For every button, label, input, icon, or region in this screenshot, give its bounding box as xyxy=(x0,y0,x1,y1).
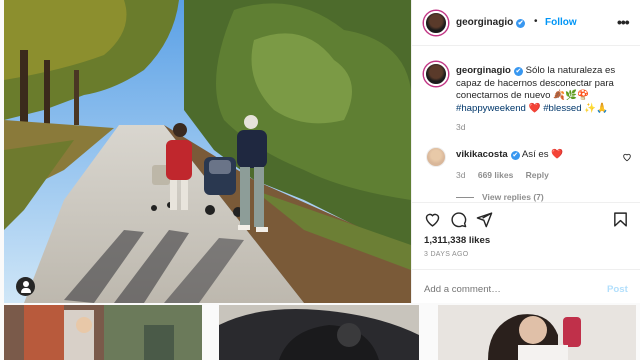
comment-icon[interactable] xyxy=(450,211,467,228)
comment-avatar[interactable] xyxy=(426,147,446,167)
header-username-text[interactable]: georginagio xyxy=(456,17,513,28)
header-username[interactable]: georginagio ✔ xyxy=(456,17,526,28)
grid-post-image xyxy=(219,305,419,360)
verified-badge-icon: ✔ xyxy=(516,19,526,28)
post-side-panel: georginagio ✔ • Follow ••• georginagio ✔ S… xyxy=(411,0,640,303)
caption-emoji: ✨🙏 xyxy=(584,102,609,114)
likes-count[interactable]: 1,311,338 likes xyxy=(424,235,490,246)
hashtag-link[interactable]: #happyweekend xyxy=(456,103,526,114)
comment-like-heart-icon[interactable] xyxy=(622,152,632,162)
bookmark-icon[interactable] xyxy=(612,211,629,228)
post-date[interactable]: 3 DAYS AGO xyxy=(424,251,469,258)
grid-post-thumbnail[interactable] xyxy=(4,305,202,360)
comment-username[interactable]: vikikacosta xyxy=(456,149,508,160)
grid-post-thumbnail[interactable] xyxy=(438,305,636,360)
post-photo[interactable] xyxy=(4,0,411,303)
caption-heart-emoji: ❤️ xyxy=(528,102,541,114)
share-icon[interactable] xyxy=(476,211,493,228)
verified-badge-icon: ✔ xyxy=(510,151,520,160)
reply-button[interactable]: Reply xyxy=(526,170,549,180)
comment-item: vikikacosta ✔ Así es ❤️ xyxy=(456,149,563,160)
post-caption: georginagio ✔ Sólo la naturaleza es capaz… xyxy=(456,65,628,115)
comment-likes[interactable]: 669 likes xyxy=(478,170,513,180)
view-replies-line xyxy=(456,197,474,199)
grid-post-image xyxy=(438,305,636,360)
more-icon[interactable]: ••• xyxy=(617,14,630,30)
hashtag-link[interactable]: #blessed xyxy=(543,103,581,114)
view-replies-label[interactable]: View replies (7) xyxy=(482,192,544,202)
add-comment-input[interactable] xyxy=(424,284,594,295)
user-tag-icon[interactable] xyxy=(16,277,35,296)
grid-post-image xyxy=(4,305,202,360)
more-posts-grid xyxy=(0,303,640,360)
verified-badge-icon: ✔ xyxy=(513,67,523,76)
caption-timestamp[interactable]: 3d xyxy=(456,122,465,132)
post-header: georginagio ✔ • Follow ••• xyxy=(412,0,640,46)
comment-timestamp[interactable]: 3d xyxy=(456,170,465,180)
comment-text: Así es ❤️ xyxy=(521,149,564,160)
post-photo-image xyxy=(4,0,411,303)
follow-button[interactable]: Follow xyxy=(545,17,577,28)
add-comment-bar: Post xyxy=(412,269,640,306)
header-separator: • xyxy=(534,16,538,27)
caption-username[interactable]: georginagio xyxy=(456,65,511,76)
caption-avatar[interactable] xyxy=(424,62,448,86)
grid-post-thumbnail[interactable] xyxy=(219,305,419,360)
instagram-post-modal: georginagio ✔ • Follow ••• georginagio ✔ S… xyxy=(0,0,640,360)
heart-icon[interactable] xyxy=(424,211,441,228)
comment-meta: 3d 669 likes Reply xyxy=(456,170,559,180)
post-comment-button[interactable]: Post xyxy=(607,284,628,295)
avatar[interactable] xyxy=(424,11,448,35)
post-actions: 1,311,338 likes 3 DAYS AGO Post xyxy=(412,202,640,303)
view-replies-button[interactable]: View replies (7) xyxy=(456,192,544,202)
